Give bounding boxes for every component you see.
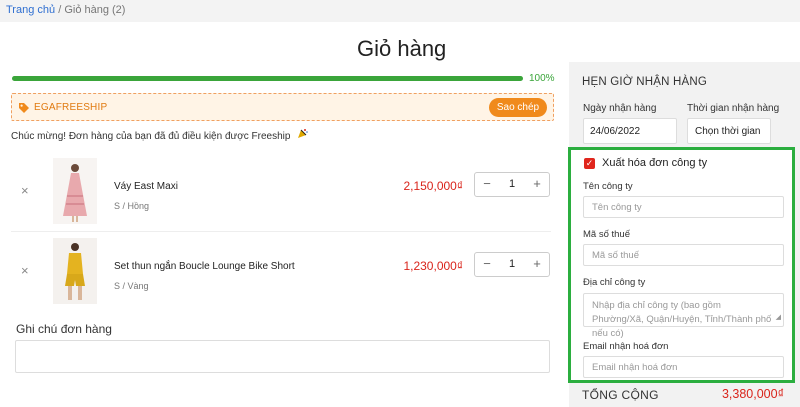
company-name-input[interactable]: Tên công ty	[583, 196, 784, 218]
invoice-email-label: Email nhận hoá đơn	[583, 341, 669, 352]
delivery-date-input[interactable]: 24/06/2022	[583, 118, 677, 144]
company-invoice-section: ✓ Xuất hóa đơn công ty Tên công ty Tên c…	[568, 147, 795, 383]
tax-code-label: Mã số thuế	[583, 229, 630, 240]
quantity-input[interactable]: 1	[499, 258, 525, 270]
decrease-quantity-button[interactable]: −	[479, 176, 495, 191]
company-address-placeholder: Nhập địa chỉ công ty (bao gồm Phường/Xã,…	[592, 300, 772, 339]
party-icon	[297, 128, 309, 142]
product-price: 1,230,000₫	[403, 259, 463, 273]
product-name[interactable]: Váy East Maxi	[114, 181, 178, 192]
coupon-code: EGAFREESHIP	[34, 102, 108, 113]
quantity-stepper: − 1 +	[474, 172, 550, 197]
product-variant: S / Hồng	[114, 201, 150, 211]
delivery-time-label: Thời gian nhận hàng	[687, 103, 780, 114]
increase-quantity-button[interactable]: +	[529, 256, 545, 271]
tag-icon	[18, 101, 30, 113]
cart-item-row: × Váy East Maxi S / Hồng 2,150,000₫ − 1 …	[11, 152, 551, 232]
progress-fill	[12, 76, 523, 81]
coupon-box: EGAFREESHIP Sao chép	[11, 93, 554, 121]
breadcrumb-separator: /	[58, 4, 62, 16]
breadcrumb: Trang chủ / Giỏ hàng (2)	[6, 4, 125, 16]
cart-item-row: × Set thun ngắn Boucle Lounge Bike Short…	[11, 232, 551, 312]
copy-coupon-button[interactable]: Sao chép	[489, 98, 547, 117]
decrease-quantity-button[interactable]: −	[479, 256, 495, 271]
total-label: TỔNG CỘNG	[582, 388, 659, 402]
delivery-date-label: Ngày nhận hàng	[583, 103, 657, 114]
invoice-checkbox-label[interactable]: Xuất hóa đơn công ty	[602, 157, 707, 169]
product-image[interactable]	[53, 238, 97, 304]
increase-quantity-button[interactable]: +	[529, 176, 545, 191]
breadcrumb-current: Giỏ hàng (2)	[64, 4, 126, 16]
freeship-progress-bar	[12, 76, 523, 81]
company-name-label: Tên công ty	[583, 181, 633, 192]
remove-item-icon[interactable]: ×	[21, 263, 29, 278]
company-address-label: Địa chỉ công ty	[583, 277, 646, 288]
invoice-checkbox[interactable]: ✓	[584, 158, 595, 169]
remove-item-icon[interactable]: ×	[21, 183, 29, 198]
freeship-congrats-message: Chúc mừng! Đơn hàng của bạn đã đủ điều k…	[11, 128, 309, 142]
breadcrumb-bar: Trang chủ / Giỏ hàng (2)	[0, 0, 800, 22]
invoice-email-input[interactable]: Email nhận hoá đơn	[583, 356, 784, 378]
product-price: 2,150,000₫	[403, 179, 463, 193]
delivery-schedule-title: HẸN GIỜ NHẬN HÀNG	[582, 76, 708, 88]
order-note-label: Ghi chú đơn hàng	[16, 322, 112, 336]
tax-code-input[interactable]: Mã số thuế	[583, 244, 784, 266]
progress-percent: 100%	[529, 73, 555, 84]
product-name[interactable]: Set thun ngắn Boucle Lounge Bike Short	[114, 261, 295, 272]
total-value: 3,380,000₫	[721, 387, 784, 401]
product-variant: S / Vàng	[114, 281, 149, 291]
breadcrumb-home-link[interactable]: Trang chủ	[6, 4, 55, 16]
company-address-input[interactable]: Nhập địa chỉ công ty (bao gồm Phường/Xã,…	[583, 293, 784, 339]
quantity-stepper: − 1 +	[474, 252, 550, 277]
product-image[interactable]	[53, 158, 97, 224]
congrats-text: Chúc mừng! Đơn hàng của bạn đã đủ điều k…	[11, 131, 291, 142]
resize-grip-icon[interactable]: ◢	[776, 311, 781, 325]
delivery-time-select[interactable]: Chọn thời gian	[687, 118, 771, 144]
quantity-input[interactable]: 1	[499, 178, 525, 190]
order-note-input[interactable]	[15, 340, 550, 373]
page-title-text: Giỏ hàng	[357, 36, 447, 61]
